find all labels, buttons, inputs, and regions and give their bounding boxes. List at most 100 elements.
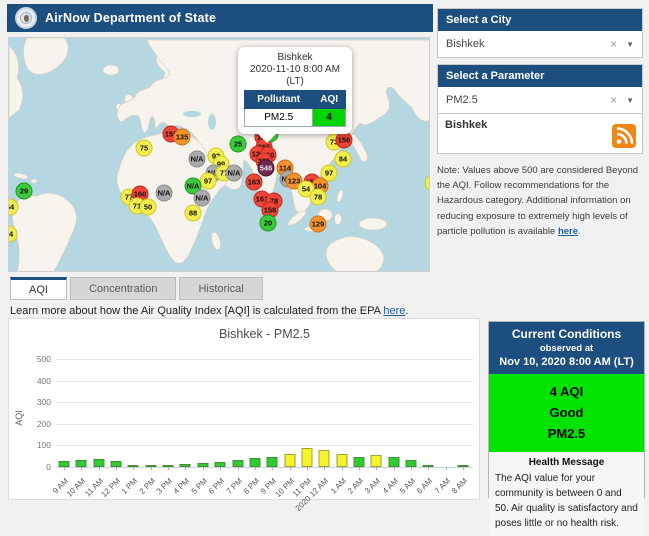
- learn-more-prefix: Learn more about how the Air Quality Ind…: [10, 305, 383, 317]
- epa-here-link[interactable]: here: [383, 305, 405, 317]
- note-here-link[interactable]: here: [558, 226, 578, 237]
- parameter-clear-icon[interactable]: ×: [610, 93, 617, 107]
- x-tick-label: 1 AM: [329, 476, 348, 495]
- tab-concentration[interactable]: Concentration: [70, 277, 177, 300]
- map-marker[interactable]: 129: [310, 216, 327, 233]
- x-tick-label: 5 PM: [189, 476, 209, 496]
- chart-plot-area: 01002003004005009 AM10 AM11 AM12 PM1 PM2…: [9, 319, 481, 501]
- map-marker[interactable]: 29: [16, 183, 33, 200]
- aqi-parameter: PM2.5: [493, 424, 640, 445]
- chart-bar[interactable]: [319, 450, 330, 467]
- chart-bar[interactable]: [371, 455, 382, 467]
- x-tick: [203, 467, 204, 470]
- map-marker[interactable]: 88: [185, 205, 202, 222]
- map-marker[interactable]: N/A: [226, 165, 243, 182]
- map-marker[interactable]: 84: [335, 151, 352, 168]
- map-marker[interactable]: 135: [174, 129, 191, 146]
- y-tick-label: 200: [13, 419, 51, 429]
- note-suffix: .: [578, 226, 581, 237]
- select-parameter-header: Select a Parameter: [438, 65, 642, 87]
- tab-aqi[interactable]: AQI: [10, 277, 67, 300]
- world-map[interactable]: 29647475155135771607150N/A9299N/A77N/A97…: [8, 37, 430, 272]
- city-select-value: Bishkek: [446, 38, 610, 50]
- tab-historical[interactable]: Historical: [179, 277, 262, 300]
- chart-bar[interactable]: [406, 460, 417, 467]
- x-tick: [307, 467, 308, 470]
- x-tick-label: 2 PM: [137, 476, 157, 496]
- x-tick: [168, 467, 169, 470]
- learn-more-suffix: .: [405, 305, 408, 317]
- map-marker[interactable]: 97: [200, 173, 217, 190]
- note-text: Note: Values above 500 are considered Be…: [437, 165, 638, 237]
- app-title: AirNow Department of State: [45, 11, 216, 25]
- chart-bar[interactable]: [59, 461, 70, 467]
- map-marker[interactable]: N/A: [189, 151, 206, 168]
- map-marker[interactable]: 78: [310, 189, 327, 206]
- map-marker[interactable]: 546: [258, 160, 275, 177]
- x-tick: [359, 467, 360, 470]
- view-tabs: AQI Concentration Historical: [10, 277, 263, 300]
- department-of-state-seal-icon: [15, 7, 37, 29]
- y-tick-label: 100: [13, 440, 51, 450]
- chart-bar[interactable]: [301, 448, 312, 467]
- chart-bar[interactable]: [249, 458, 260, 467]
- chart-bar[interactable]: [232, 460, 243, 467]
- chart-bar[interactable]: [336, 454, 347, 467]
- map-marker[interactable]: 156: [336, 132, 353, 149]
- parameter-dropdown-caret-icon[interactable]: ▼: [626, 96, 634, 105]
- chart-bar[interactable]: [284, 454, 295, 467]
- popup-city: Bishkek: [244, 52, 346, 64]
- select-city-panel: Select a City Bishkek × ▼: [437, 8, 643, 58]
- x-tick-label: 10 AM: [65, 476, 87, 498]
- map-popup: Bishkek 2020-11-10 8:00 AM (LT) Pollutan…: [238, 47, 352, 134]
- parameter-select[interactable]: PM2.5 × ▼: [438, 87, 642, 113]
- map-marker[interactable]: 25: [230, 136, 247, 153]
- x-tick-label: 8 PM: [241, 476, 261, 496]
- popup-col-aqi: AQI: [313, 91, 346, 109]
- gridline: [56, 359, 473, 360]
- x-tick-label: 5 AM: [398, 476, 417, 495]
- city-dropdown-caret-icon[interactable]: ▼: [626, 40, 634, 49]
- x-tick-label: 6 PM: [207, 476, 227, 496]
- map-marker[interactable]: 20: [260, 215, 277, 232]
- x-tick: [411, 467, 412, 470]
- chart-bar[interactable]: [93, 459, 104, 467]
- beyond-aqi-note: Note: Values above 500 are considered Be…: [437, 163, 641, 239]
- popup-aqi-value: 4: [313, 109, 346, 127]
- rss-city-label: Bishkek: [445, 119, 635, 131]
- aqi-category: Good: [493, 403, 640, 424]
- rss-icon[interactable]: [612, 124, 636, 148]
- map-marker[interactable]: 50: [140, 199, 157, 216]
- x-tick: [428, 467, 429, 470]
- x-tick: [151, 467, 152, 470]
- app-header: AirNow Department of State: [7, 4, 433, 32]
- x-tick: [238, 467, 239, 470]
- gridline: [56, 445, 473, 446]
- chart-bar[interactable]: [76, 460, 87, 467]
- y-tick-label: 300: [13, 397, 51, 407]
- x-tick: [446, 467, 447, 470]
- chart-bar[interactable]: [388, 457, 399, 467]
- chart-bar[interactable]: [353, 457, 364, 467]
- observed-at-label: observed at: [493, 343, 640, 354]
- rss-feed-box: Bishkek: [437, 113, 643, 154]
- city-select[interactable]: Bishkek × ▼: [438, 31, 642, 57]
- health-message-block: Health Message The AQI value for your co…: [489, 452, 644, 536]
- x-tick-label: 2 AM: [346, 476, 365, 495]
- city-clear-icon[interactable]: ×: [610, 37, 617, 51]
- map-marker[interactable]: 163: [246, 174, 263, 191]
- gridline: [56, 381, 473, 382]
- chart-bar[interactable]: [267, 457, 278, 467]
- aqi-category-block: 4 AQI Good PM2.5: [489, 374, 644, 452]
- x-tick: [185, 467, 186, 470]
- map-marker[interactable]: N/A: [194, 190, 211, 207]
- gridline: [56, 402, 473, 403]
- chart-bar[interactable]: [111, 461, 122, 467]
- y-tick-label: 0: [13, 462, 51, 472]
- map-marker[interactable]: 75: [136, 140, 153, 157]
- health-message-title: Health Message: [495, 457, 638, 468]
- x-tick: [220, 467, 221, 470]
- x-tick: [376, 467, 377, 470]
- map-marker[interactable]: N/A: [156, 185, 173, 202]
- x-tick: [342, 467, 343, 470]
